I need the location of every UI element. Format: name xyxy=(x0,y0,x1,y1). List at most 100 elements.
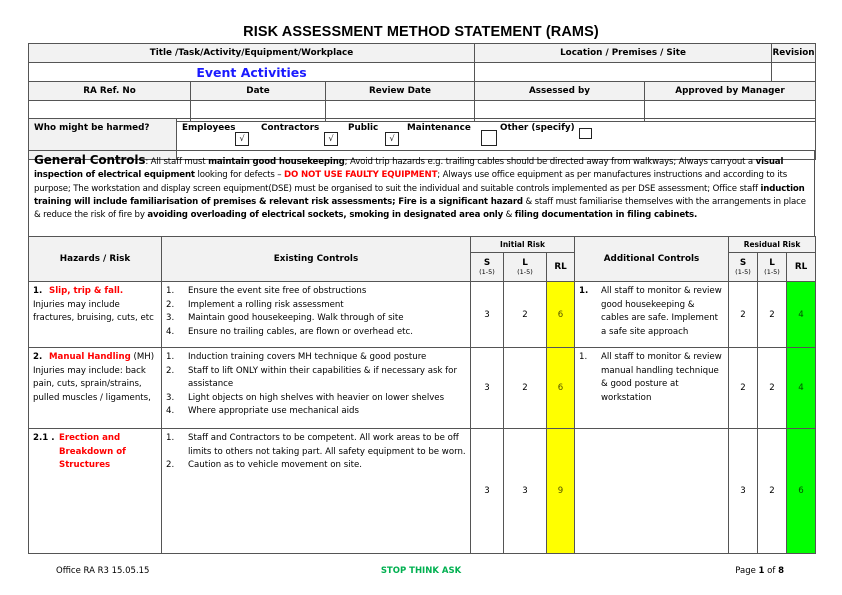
location-value-field[interactable] xyxy=(474,62,773,82)
general-controls-segment: filing documentation in filing cabinets. xyxy=(514,210,698,221)
page-title: RISK ASSESSMENT METHOD STATEMENT (RAMS) xyxy=(243,24,599,40)
existing-control-item: 1. Induction training covers MH technique… xyxy=(162,351,466,365)
existing-control-item: 3. Maintain good housekeeping. Walk throu… xyxy=(162,312,466,326)
existing-control-text: Ensure no trailing cables, are flown or … xyxy=(188,326,413,337)
hazard-cell: 1. Slip, trip & fall. Injuries may includ… xyxy=(28,281,162,348)
initial-s-header: S (1-5) xyxy=(470,252,504,282)
list-number: 1. xyxy=(166,352,175,362)
option-maintenance-label: Maintenance xyxy=(407,123,471,133)
rams-info-table: Title /Task/Activity/Equipment/Workplace… xyxy=(27,43,817,122)
list-number: 1. xyxy=(166,286,175,296)
existing-control-text: Maintain good housekeeping. Walk through… xyxy=(188,313,404,323)
existing-controls-cell: 1. Staff and Contractors to be competent.… xyxy=(161,428,471,554)
hazard-title: Manual Handling xyxy=(49,352,131,362)
list-number: 4. xyxy=(166,326,175,337)
residual-s-header: S (1-5) xyxy=(728,252,759,282)
general-controls-segment: ; Avoid trip hazards e.g. trailing cable… xyxy=(344,157,756,167)
existing-control-item: 2. Staff to lift ONLY within their capabi… xyxy=(162,365,466,392)
other-checkbox[interactable] xyxy=(579,128,592,139)
existing-controls-header: Existing Controls xyxy=(161,236,471,282)
revision-value-field[interactable] xyxy=(771,62,817,82)
residual-severity: 3 xyxy=(728,428,759,554)
date-label: Date xyxy=(190,81,326,101)
list-number: 1. xyxy=(166,433,175,443)
hazard-cell: 2. Manual Handling (MH) Injuries may incl… xyxy=(28,347,162,429)
list-number: 4. xyxy=(166,406,175,416)
hazards-header: Hazards / Risk xyxy=(28,236,162,282)
existing-control-text: Ensure the event site free of obstructio… xyxy=(188,286,367,296)
general-controls-segment: : All staff must xyxy=(145,157,209,167)
residual-likelihood: 2 xyxy=(757,347,788,429)
hazard-number: 1. xyxy=(33,286,43,296)
existing-control-text: Staff to lift ONLY within their capabili… xyxy=(188,365,457,390)
hazard-number: 2.1 . xyxy=(33,433,55,443)
list-number: 3. xyxy=(166,392,175,403)
footer-slogan: STOP THINK ASK xyxy=(380,566,462,576)
option-public-label: Public xyxy=(348,123,379,133)
list-number: 1. xyxy=(579,352,588,362)
additional-control-item: 1. All staff to monitor & review manual h… xyxy=(575,351,724,405)
additional-controls-cell xyxy=(574,428,730,554)
existing-control-item: 4. Where appropriate use mechanical aids xyxy=(162,405,466,419)
page-indicator: Page 1 of 8 xyxy=(735,566,784,576)
revision-label: Revision xyxy=(771,43,817,63)
initial-likelihood: 2 xyxy=(503,281,547,348)
ra-ref-label: RA Ref. No xyxy=(28,81,191,101)
existing-control-item: 2. Implement a rolling risk assessment xyxy=(162,299,466,313)
additional-control-item: 1. All staff to monitor & review good hou… xyxy=(575,285,724,339)
existing-control-text: Implement a rolling risk assessment xyxy=(188,299,344,310)
initial-severity: 3 xyxy=(470,281,504,348)
existing-control-item: 2. Caution as to vehicle movement on site… xyxy=(162,459,466,473)
initial-rl-header: RL xyxy=(545,252,576,282)
residual-l-header: L (1-5) xyxy=(757,252,788,282)
initial-risk-level: 6 xyxy=(545,347,576,429)
hazard-title: Slip, trip & fall. xyxy=(49,286,124,296)
list-number: 2. xyxy=(166,365,175,376)
title-value-field[interactable]: Event Activities xyxy=(27,62,476,82)
general-controls-text: General Controls: All staff must maintai… xyxy=(28,150,815,240)
existing-control-item: 1. Staff and Contractors to be competent.… xyxy=(162,432,466,459)
maintenance-checkbox[interactable] xyxy=(481,130,497,146)
residual-severity: 2 xyxy=(728,347,759,429)
existing-control-text: Caution as to vehicle movement on site. xyxy=(188,460,362,470)
public-checkbox[interactable]: √ xyxy=(385,132,399,146)
existing-control-text: Light objects on high shelves with heavi… xyxy=(188,392,445,403)
general-controls-segment: maintain good housekeeping xyxy=(208,157,345,167)
list-number: 2. xyxy=(166,299,175,310)
initial-risk-level: 9 xyxy=(545,428,576,554)
additional-control-text: All staff to monitor & review manual han… xyxy=(601,352,722,403)
general-controls-segment: & xyxy=(503,210,515,221)
risk-row: 1. Slip, trip & fall. Injuries may includ… xyxy=(28,281,817,348)
general-controls-segment: DO NOT USE FAULTY EQUIPMENT xyxy=(284,170,438,181)
additional-controls-cell: 1. All staff to monitor & review good hou… xyxy=(574,281,730,348)
residual-risk-level: 4 xyxy=(786,281,817,348)
residual-likelihood: 2 xyxy=(757,281,788,348)
option-contractors-label: Contractors xyxy=(261,123,320,133)
general-controls-heading: General Controls xyxy=(34,153,146,167)
residual-severity: 2 xyxy=(728,281,759,348)
risk-row: 2. Manual Handling (MH) Injuries may incl… xyxy=(28,347,817,429)
residual-risk-header: Residual Risk xyxy=(728,236,817,253)
existing-control-item: 3. Light objects on high shelves with hea… xyxy=(162,392,466,406)
list-number: 3. xyxy=(166,313,175,323)
initial-risk-header: Initial Risk xyxy=(469,236,576,253)
title-label: Title /Task/Activity/Equipment/Workplace xyxy=(27,43,476,63)
general-controls-segment: avoiding overloading of electrical socke… xyxy=(147,210,504,221)
hazard-cell: 2.1 . Erection and Breakdown of Structure… xyxy=(28,428,162,554)
hazard-number: 2. xyxy=(33,352,43,362)
existing-control-text: Where appropriate use mechanical aids xyxy=(188,406,359,416)
existing-controls-cell: 1. Ensure the event site free of obstruct… xyxy=(161,281,471,348)
list-number: 2. xyxy=(166,460,175,470)
existing-control-text: Staff and Contractors to be competent. A… xyxy=(188,433,466,457)
risk-assessment-table: Hazards / Risk Existing Controls Initial… xyxy=(28,236,817,554)
hazard-title: Erection and Breakdown of Structures xyxy=(59,433,126,470)
option-employees-label: Employees xyxy=(182,123,236,133)
residual-risk-level: 6 xyxy=(786,428,817,554)
residual-risk-level: 4 xyxy=(786,347,817,429)
additional-controls-cell: 1. All staff to monitor & review manual h… xyxy=(574,347,730,429)
contractors-checkbox[interactable]: √ xyxy=(324,132,338,146)
employees-checkbox[interactable]: √ xyxy=(235,132,249,146)
existing-controls-cell: 1. Induction training covers MH technique… xyxy=(161,347,471,429)
approved-by-label: Approved by Manager xyxy=(644,81,817,101)
general-controls-table: General Controls: All staff must maintai… xyxy=(28,150,815,240)
